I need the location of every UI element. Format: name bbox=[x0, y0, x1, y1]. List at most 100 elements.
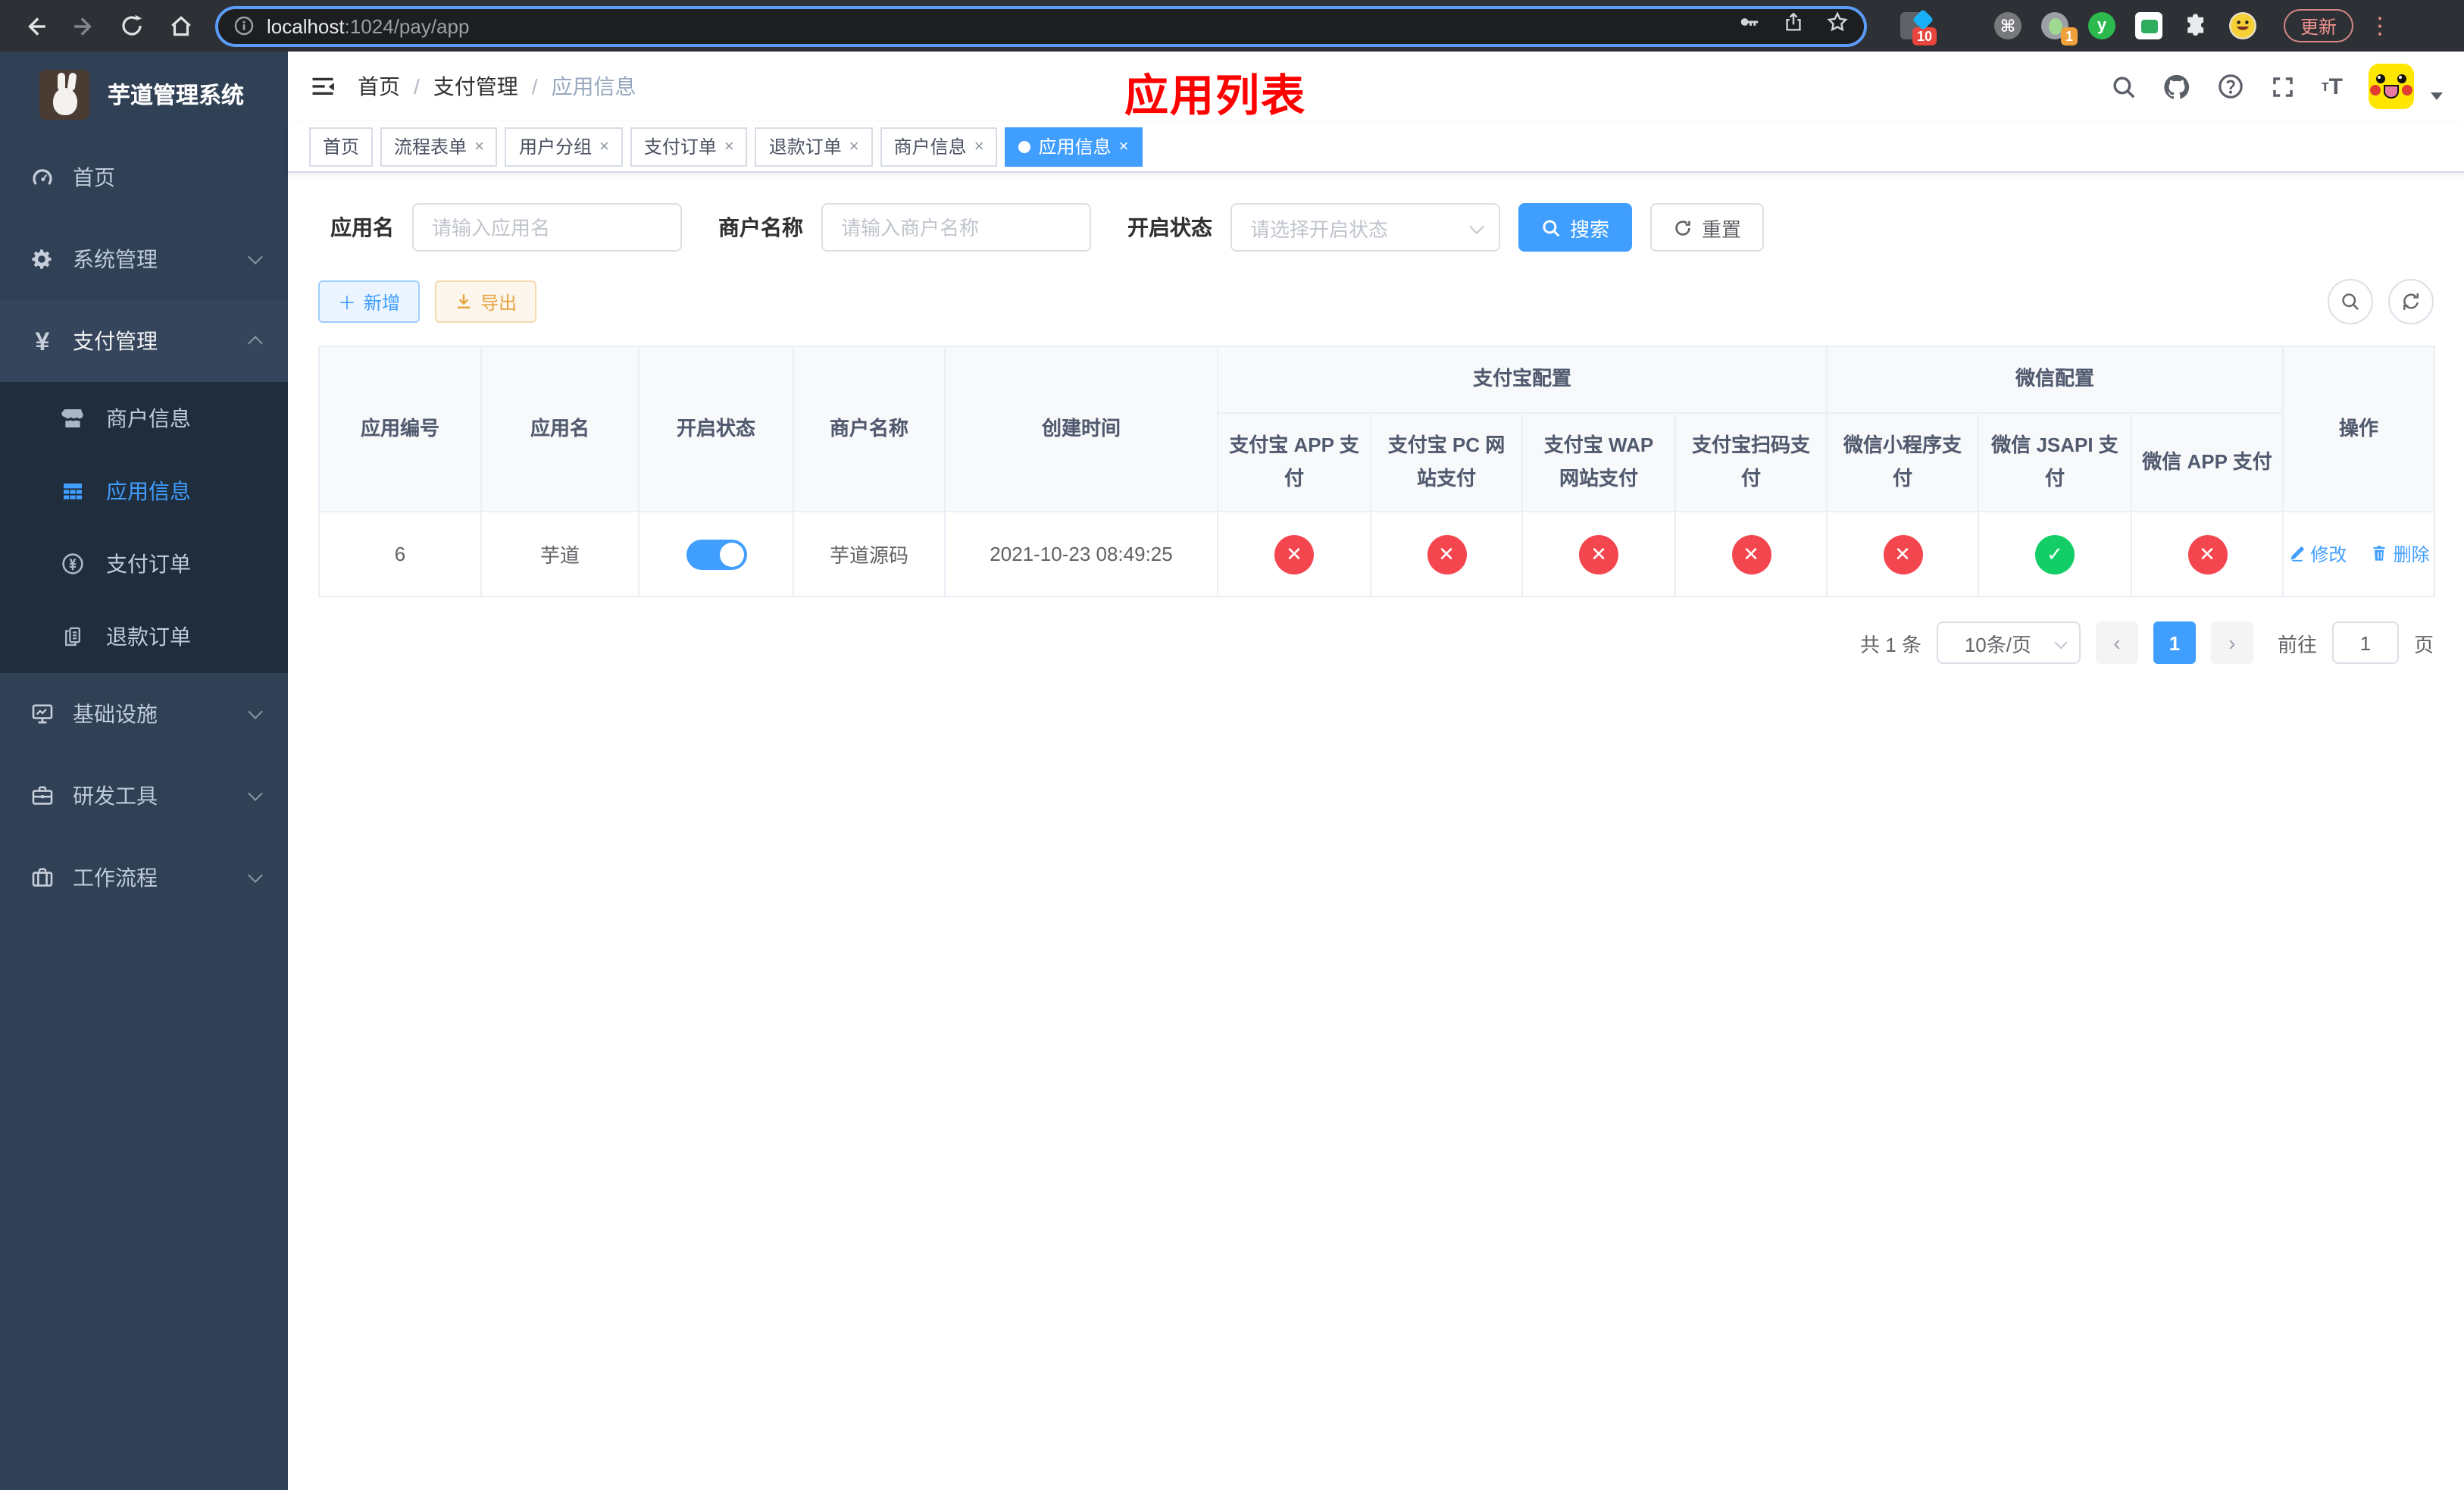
browser-update-button[interactable]: 更新 bbox=[2284, 9, 2354, 42]
font-size-icon[interactable]: тT bbox=[2322, 74, 2343, 99]
sidebar-item-refund-order[interactable]: 退款订单 bbox=[0, 600, 288, 673]
app-name-input[interactable] bbox=[412, 203, 682, 252]
breadcrumb-payment[interactable]: 支付管理 bbox=[433, 71, 518, 102]
cell-alipay-pc: ✕ bbox=[1370, 511, 1523, 598]
tab-流程表单[interactable]: 流程表单 × bbox=[380, 127, 498, 166]
col-merchant: 商户名称 bbox=[793, 345, 946, 513]
url-bar[interactable]: localhost:1024/pay/app bbox=[215, 5, 1867, 46]
status-select[interactable]: 请选择开启状态 bbox=[1230, 203, 1500, 252]
close-tab-icon[interactable]: × bbox=[849, 137, 859, 155]
help-icon[interactable] bbox=[2217, 73, 2244, 100]
close-tab-icon[interactable]: × bbox=[724, 137, 734, 155]
forward-icon[interactable] bbox=[64, 6, 103, 45]
disabled-cross-icon: ✕ bbox=[1274, 534, 1314, 574]
y-extension-icon[interactable]: y bbox=[2088, 12, 2115, 39]
pinned-extension-icon[interactable]: 10 bbox=[1900, 12, 1937, 45]
sidebar-fold-icon[interactable] bbox=[309, 73, 336, 100]
sidebar: 芋道管理系统 首页系统管理 ¥ 支付管理 商户信息 应用信息 支付订单 退款订单 基础设施 研发… bbox=[0, 52, 288, 1490]
pagination-total: 共 1 条 bbox=[1860, 633, 1921, 656]
subcol-header: 微信小程序支付 bbox=[1826, 412, 1980, 513]
sidebar-item-home[interactable]: 首页 bbox=[0, 136, 288, 218]
page-size-select[interactable]: 10条/页 bbox=[1936, 621, 2081, 665]
back-icon[interactable] bbox=[15, 6, 55, 45]
breadcrumb: 首页 / 支付管理 / 应用信息 bbox=[358, 71, 636, 102]
breadcrumb-home[interactable]: 首页 bbox=[358, 71, 400, 102]
browser-toolbar: localhost:1024/pay/app 10 ⌘ 1 y 更新 ⋮ bbox=[0, 0, 2464, 52]
site-info-icon[interactable] bbox=[233, 15, 255, 36]
sidebar-item-pay-order[interactable]: 支付订单 bbox=[0, 527, 288, 600]
sidebar-item-merchant-info[interactable]: 商户信息 bbox=[0, 382, 288, 455]
diamond-extension-icon[interactable] bbox=[1947, 12, 1975, 39]
close-tab-icon[interactable]: × bbox=[599, 137, 609, 155]
add-button[interactable]: ＋ 新增 bbox=[318, 280, 421, 323]
tab-应用信息[interactable]: 应用信息 × bbox=[1005, 127, 1143, 166]
extension-badge: 10 bbox=[1912, 27, 1937, 45]
sidebar-item-payment[interactable]: ¥ 支付管理 bbox=[0, 300, 288, 382]
goto-page-input[interactable] bbox=[2331, 621, 2399, 665]
sidebar-item-dev-tools[interactable]: 研发工具 bbox=[0, 755, 288, 837]
col-create-time: 创建时间 bbox=[944, 345, 1218, 513]
briefcase-icon bbox=[30, 784, 55, 808]
browser-profile-avatar[interactable] bbox=[2229, 12, 2256, 39]
reset-button[interactable]: 重置 bbox=[1650, 203, 1765, 252]
next-page-button[interactable]: › bbox=[2210, 621, 2253, 665]
url-text[interactable]: localhost:1024/pay/app bbox=[267, 14, 1726, 37]
profile-extension-icon[interactable]: 1 bbox=[2041, 12, 2078, 45]
tab-支付订单[interactable]: 支付订单 × bbox=[630, 127, 748, 166]
github-icon[interactable] bbox=[2162, 72, 2191, 101]
top-navbar: 首页 / 支付管理 / 应用信息 应用列表 т T bbox=[288, 52, 2464, 121]
extension-badge: 1 bbox=[2060, 27, 2078, 45]
command-extension-icon[interactable]: ⌘ bbox=[1994, 12, 2022, 39]
tab-商户信息[interactable]: 商户信息 × bbox=[880, 127, 998, 166]
dashboard-icon bbox=[30, 165, 55, 189]
cell-wechat-lite: ✕ bbox=[1826, 511, 1980, 598]
docs-icon bbox=[61, 624, 85, 649]
delete-button[interactable]: 删除 bbox=[2371, 541, 2430, 567]
close-tab-icon[interactable]: × bbox=[474, 137, 484, 155]
bookmark-star-icon[interactable] bbox=[1826, 11, 1849, 41]
browser-menu-icon[interactable]: ⋮ bbox=[2369, 12, 2393, 39]
password-key-icon[interactable] bbox=[1738, 11, 1761, 41]
fullscreen-icon[interactable] bbox=[2270, 74, 2296, 99]
sidebar-item-app-info[interactable]: 应用信息 bbox=[0, 455, 288, 527]
yen-icon: ¥ bbox=[35, 327, 50, 355]
chevron-down-icon bbox=[248, 786, 263, 801]
chevron-down-icon bbox=[248, 249, 263, 265]
chat-extension-icon[interactable] bbox=[2135, 12, 2162, 39]
tab-首页[interactable]: 首页 bbox=[309, 127, 374, 166]
search-button[interactable]: 搜索 bbox=[1518, 203, 1633, 252]
sidebar-item-system[interactable]: 系统管理 bbox=[0, 218, 288, 300]
merchant-name-input[interactable] bbox=[821, 203, 1091, 252]
sidebar-logo[interactable]: 芋道管理系统 bbox=[0, 52, 288, 136]
subcol-header: 微信 APP 支付 bbox=[2131, 412, 2284, 513]
export-button[interactable]: 导出 bbox=[435, 280, 537, 323]
user-avatar[interactable] bbox=[2369, 64, 2414, 109]
page-suffix: 页 bbox=[2413, 633, 2434, 656]
sidebar-item-infrastructure[interactable]: 基础设施 bbox=[0, 673, 288, 755]
prev-page-button[interactable]: ‹ bbox=[2095, 621, 2138, 665]
sidebar-item-label: 系统管理 bbox=[73, 247, 158, 271]
refresh-table-button[interactable] bbox=[2388, 279, 2434, 324]
page-number-button[interactable]: 1 bbox=[2153, 621, 2196, 665]
tab-label: 支付订单 bbox=[643, 136, 717, 158]
tab-用户分组[interactable]: 用户分组 × bbox=[505, 127, 623, 166]
reload-icon[interactable] bbox=[112, 6, 152, 45]
sidebar-item-workflow[interactable]: 工作流程 bbox=[0, 837, 288, 919]
close-tab-icon[interactable]: × bbox=[974, 137, 984, 155]
header-search-icon[interactable] bbox=[2111, 74, 2137, 99]
avatar-caret-icon[interactable] bbox=[2431, 92, 2443, 99]
puzzle-extensions-icon[interactable] bbox=[2182, 12, 2209, 39]
chevron-down-icon bbox=[2054, 636, 2068, 650]
edit-button[interactable]: 修改 bbox=[2287, 541, 2347, 567]
tab-退款订单[interactable]: 退款订单 × bbox=[755, 127, 873, 166]
close-tab-icon[interactable]: × bbox=[1119, 137, 1129, 155]
extensions-strip: 10 ⌘ 1 y bbox=[1900, 12, 2256, 45]
subcol-header: 支付宝 WAP 网站支付 bbox=[1521, 412, 1676, 513]
toggle-search-button[interactable] bbox=[2328, 279, 2373, 324]
chevron-up-icon bbox=[248, 336, 263, 351]
status-toggle[interactable] bbox=[686, 539, 746, 570]
table-toolbar: ＋ 新增 导出 bbox=[318, 279, 2434, 324]
cell-alipay-wap: ✕ bbox=[1521, 511, 1676, 598]
home-icon[interactable] bbox=[161, 6, 200, 45]
share-icon[interactable] bbox=[1782, 11, 1805, 41]
